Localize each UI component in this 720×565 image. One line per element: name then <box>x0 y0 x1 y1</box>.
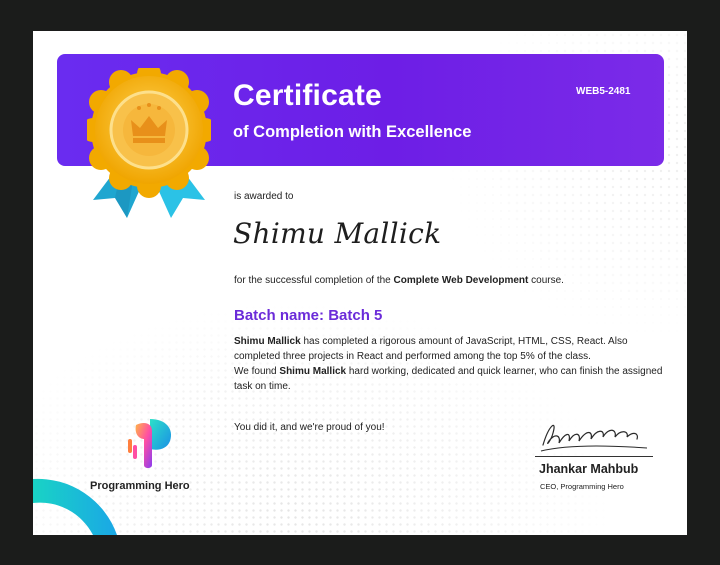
recipient-name-inline-2: Shimu Mallick <box>279 366 347 377</box>
batch-name: Batch name: Batch 5 <box>234 307 383 324</box>
completion-prefix: for the successful completion of the <box>234 275 391 286</box>
closing-text: You did it, and we're proud of you! <box>234 422 385 433</box>
signer-name: Jhankar Mahbub <box>539 462 639 476</box>
course-name: Complete Web Development <box>393 275 529 286</box>
certificate-subtitle: of Completion with Excellence <box>233 123 472 141</box>
signer-role: CEO, Programming Hero <box>540 482 624 491</box>
certificate-id: WEB5-2481 <box>576 86 631 97</box>
certificate-title: Certificate <box>233 79 382 112</box>
signature-line <box>535 456 653 457</box>
awarded-text: is awarded to <box>234 191 294 202</box>
recipient-name-inline: Shimu Mallick <box>234 336 301 347</box>
completion-suffix: course. <box>531 275 564 286</box>
recipient-name: Shimu Mallick <box>233 217 442 250</box>
certificate-card: Certificate of Completion with Excellenc… <box>33 31 687 535</box>
completion-statement: for the successful completion of the Com… <box>234 275 564 286</box>
programming-hero-logo-icon <box>128 419 172 468</box>
description-paragraph: Shimu Mallick has completed a rigorous a… <box>234 334 664 394</box>
description-line-2-prefix: We found <box>234 366 280 377</box>
award-medal-icon <box>87 68 211 218</box>
brand-name: Programming Hero <box>90 480 190 492</box>
signature-image <box>540 424 648 452</box>
